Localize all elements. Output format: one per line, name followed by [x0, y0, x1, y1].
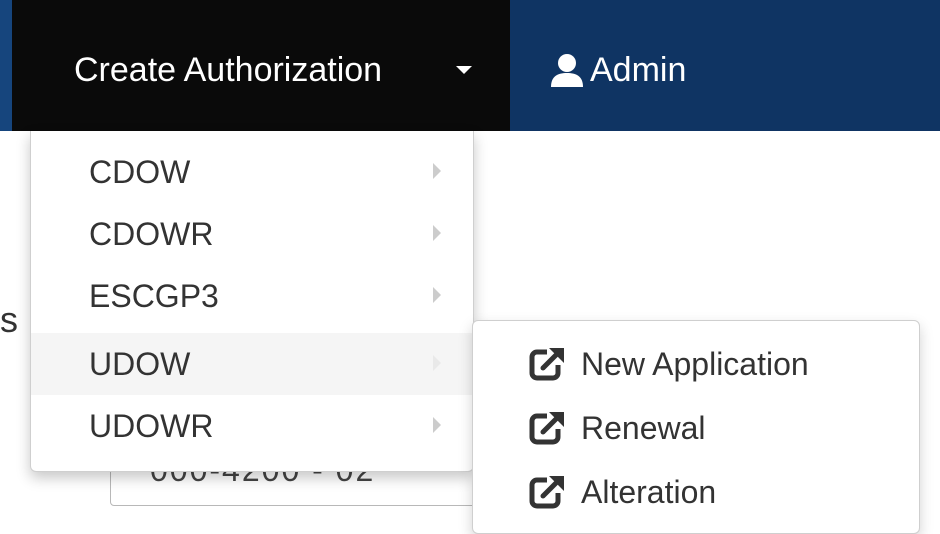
- dropdown-item-label: CDOW: [89, 154, 191, 190]
- create-authorization-menu-toggle[interactable]: Create Authorization: [12, 0, 510, 131]
- chevron-right-icon: [433, 287, 441, 303]
- dropdown-item-udowr[interactable]: UDOWR: [31, 395, 473, 457]
- dropdown-item-label: ESCGP3: [89, 278, 219, 314]
- dropdown-item-label: CDOWR: [89, 216, 214, 252]
- dropdown-item-escgp3[interactable]: ESCGP3: [31, 265, 473, 327]
- chevron-right-icon: [433, 417, 441, 433]
- submenu-item-alteration[interactable]: Alteration: [473, 461, 919, 523]
- dropdown-item-label: UDOW: [89, 346, 191, 382]
- chevron-right-icon: [433, 163, 441, 179]
- udow-submenu: New Application Renewal Alteration: [472, 320, 920, 534]
- navbar-left-edge: [0, 0, 12, 131]
- dropdown-item-cdowr[interactable]: CDOWR: [31, 203, 473, 265]
- submenu-item-label: Alteration: [581, 474, 717, 510]
- user-icon: [548, 51, 586, 89]
- background-heading-fragment: s: [0, 299, 18, 340]
- dropdown-item-label: UDOWR: [89, 408, 214, 444]
- create-authorization-label: Create Authorization: [74, 51, 383, 89]
- submenu-item-renewal[interactable]: Renewal: [473, 397, 919, 459]
- chevron-right-icon: [433, 355, 441, 371]
- admin-menu[interactable]: Admin: [548, 50, 686, 90]
- admin-label: Admin: [590, 50, 687, 89]
- authorization-type-dropdown: CDOW CDOWR ESCGP3 UDOW UDOWR: [30, 131, 474, 472]
- external-link-icon: [529, 473, 567, 511]
- chevron-right-icon: [433, 225, 441, 241]
- external-link-icon: [529, 345, 567, 383]
- submenu-item-label: Renewal: [581, 410, 706, 446]
- submenu-item-new-application[interactable]: New Application: [473, 333, 919, 395]
- top-navbar: Create Authorization Admin: [0, 0, 940, 131]
- caret-down-icon: [456, 66, 472, 74]
- submenu-item-label: New Application: [581, 346, 809, 382]
- dropdown-item-cdow[interactable]: CDOW: [31, 141, 473, 203]
- dropdown-item-udow[interactable]: UDOW: [31, 333, 473, 395]
- external-link-icon: [529, 409, 567, 447]
